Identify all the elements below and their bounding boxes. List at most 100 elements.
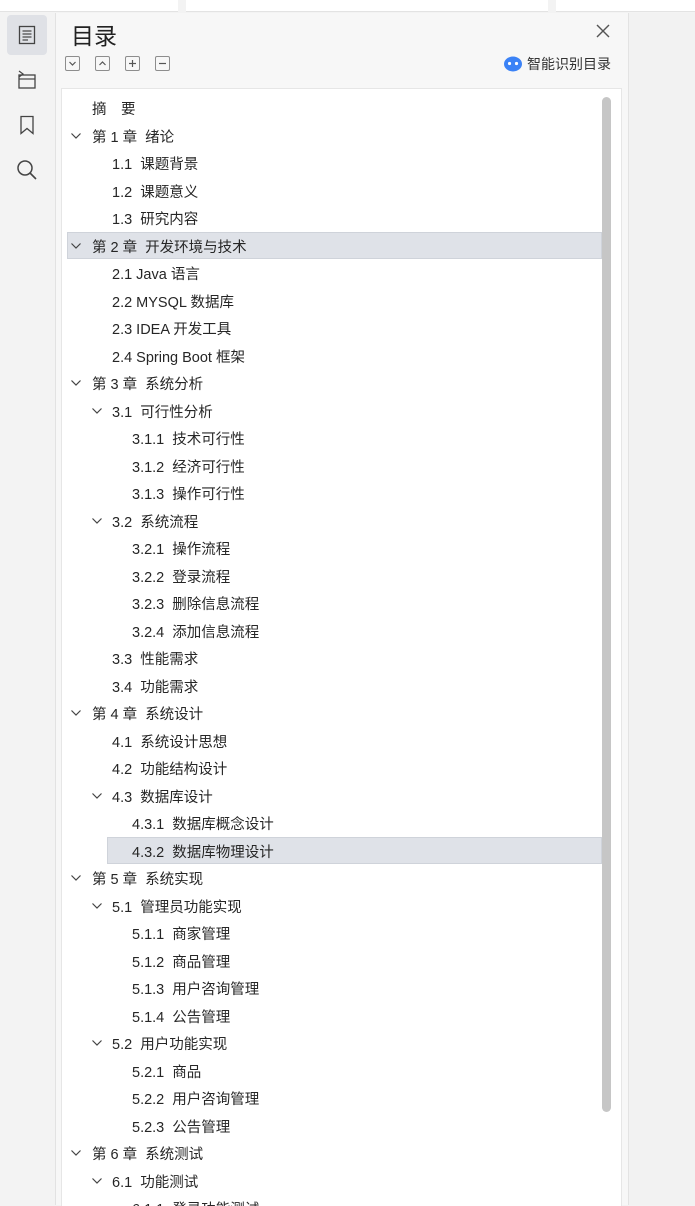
toc-item[interactable]: 第 4 章 系统设计 <box>62 699 597 726</box>
toc-item[interactable]: 第 3 章 系统分析 <box>62 369 597 396</box>
toc-item-label: 5.1.1 商家管理 <box>132 927 231 943</box>
document-outline-icon[interactable] <box>7 60 47 100</box>
toc-item-label: 3.2.2 登录流程 <box>132 569 231 586</box>
chevron-down-icon[interactable] <box>91 900 103 912</box>
toc-item-label: 5.2.3 公告管理 <box>132 1119 231 1136</box>
toc-item[interactable]: 4.1 系统设计思想 <box>62 727 597 754</box>
chevron-down-icon[interactable] <box>70 1147 82 1159</box>
toc-item[interactable]: 3.1.1 技术可行性 <box>62 424 597 451</box>
toc-item[interactable]: 6.1 功能测试 <box>62 1167 597 1194</box>
toc-item[interactable]: 5.2.3 公告管理 <box>62 1112 597 1139</box>
toc-item-label: 3.2.3 删除信息流程 <box>132 597 260 613</box>
toc-item-label: 5.1 管理员功能实现 <box>112 899 242 916</box>
toc-item[interactable]: 3.2.2 登录流程 <box>62 562 597 589</box>
toc-item[interactable]: 第 6 章 系统测试 <box>62 1139 597 1166</box>
expand-all-icon[interactable] <box>65 56 80 71</box>
toc-item-label: 第 6 章 系统测试 <box>92 1147 204 1163</box>
toc-item[interactable]: 摘 要 <box>62 94 597 121</box>
toc-item[interactable]: 4.3.2 数据库物理设计 <box>62 837 597 864</box>
toc-item-label: 2.3 IDEA 开发工具 <box>112 322 232 338</box>
toc-item-label: 5.2.1 商品 <box>132 1064 202 1081</box>
toc-item[interactable]: 2.3 IDEA 开发工具 <box>62 314 597 341</box>
toc-item-label: 6.1 功能测试 <box>112 1174 199 1191</box>
toc-item[interactable]: 2.2 MYSQL 数据库 <box>62 287 597 314</box>
toc-item[interactable]: 第 5 章 系统实现 <box>62 864 597 891</box>
chevron-down-icon[interactable] <box>91 1037 103 1049</box>
toc-icon[interactable] <box>7 15 47 55</box>
toc-item[interactable]: 5.2 用户功能实现 <box>62 1029 597 1056</box>
toc-item-label: 3.2.4 添加信息流程 <box>132 624 260 641</box>
collapse-all-icon[interactable] <box>95 56 110 71</box>
toc-item-label: 3.4 功能需求 <box>112 679 199 696</box>
chevron-down-icon[interactable] <box>91 515 103 527</box>
toc-item[interactable]: 6.1.1 登录功能测试 <box>62 1194 597 1206</box>
toc-item[interactable]: 5.1.1 商家管理 <box>62 919 597 946</box>
chevron-down-icon[interactable] <box>91 405 103 417</box>
toc-item-label: 5.2 用户功能实现 <box>112 1037 228 1053</box>
toc-item-label: 5.2.2 用户咨询管理 <box>132 1092 260 1108</box>
toc-item[interactable]: 3.2.3 删除信息流程 <box>62 589 597 616</box>
toc-item-label: 4.3 数据库设计 <box>112 789 213 806</box>
toc-item-label: 3.2 系统流程 <box>112 514 199 531</box>
toc-item-label: 3.1.2 经济可行性 <box>132 459 245 476</box>
toc-item[interactable]: 第 1 章 绪论 <box>62 122 597 149</box>
smart-toc-button[interactable]: 智能识别目录 <box>503 53 611 75</box>
chevron-down-icon[interactable] <box>70 872 82 884</box>
top-tab-segment <box>0 0 178 12</box>
toc-item[interactable]: 4.3.1 数据库概念设计 <box>62 809 597 836</box>
toc-item[interactable]: 2.1 Java 语言 <box>62 259 597 286</box>
toc-item[interactable]: 5.1 管理员功能实现 <box>62 892 597 919</box>
toc-item-label: 第 4 章 系统设计 <box>92 707 204 723</box>
toc-item[interactable]: 1.2 课题意义 <box>62 177 597 204</box>
toc-item-label: 4.3.1 数据库概念设计 <box>132 817 274 833</box>
toc-item-label: 2.2 MYSQL 数据库 <box>112 294 234 311</box>
toc-item[interactable]: 3.4 功能需求 <box>62 672 597 699</box>
chevron-down-icon[interactable] <box>70 240 82 252</box>
toc-item[interactable]: 2.4 Spring Boot 框架 <box>62 342 597 369</box>
toc-item[interactable]: 5.1.4 公告管理 <box>62 1002 597 1029</box>
toc-item[interactable]: 4.2 功能结构设计 <box>62 754 597 781</box>
toc-item-label: 1.1 课题背景 <box>112 157 199 173</box>
toc-item-label: 3.1.3 操作可行性 <box>132 487 245 503</box>
toc-item[interactable]: 3.1.2 经济可行性 <box>62 452 597 479</box>
chevron-down-icon[interactable] <box>70 377 82 389</box>
toc-item[interactable]: 1.1 课题背景 <box>62 149 597 176</box>
remove-icon[interactable] <box>155 56 170 71</box>
toc-item[interactable]: 3.3 性能需求 <box>62 644 597 671</box>
toc-item[interactable]: 5.1.2 商品管理 <box>62 947 597 974</box>
toc-item-label: 第 1 章 绪论 <box>92 129 175 146</box>
document-area <box>629 13 695 1205</box>
toc-item[interactable]: 3.2 系统流程 <box>62 507 597 534</box>
bookmark-icon[interactable] <box>7 105 47 145</box>
toc-item[interactable]: 3.1.3 操作可行性 <box>62 479 597 506</box>
toc-item[interactable]: 5.2.2 用户咨询管理 <box>62 1084 597 1111</box>
toc-item[interactable]: 3.2.1 操作流程 <box>62 534 597 561</box>
smart-toc-label: 智能识别目录 <box>527 56 611 72</box>
add-icon[interactable] <box>125 56 140 71</box>
toc-item[interactable]: 第 2 章 开发环境与技术 <box>62 232 597 259</box>
toc-item-label: 1.3 研究内容 <box>112 212 199 228</box>
toc-item-label: 第 2 章 开发环境与技术 <box>92 239 247 256</box>
toc-item[interactable]: 5.2.1 商品 <box>62 1057 597 1084</box>
toc-item-label: 3.1.1 技术可行性 <box>132 432 245 448</box>
toc-item[interactable]: 3.1 可行性分析 <box>62 397 597 424</box>
toc-tree: 摘 要第 1 章 绪论 1.1 课题背景 1.2 课题意义 1.3 研究内容第 2 章… <box>61 88 622 1206</box>
chevron-down-icon[interactable] <box>91 1175 103 1187</box>
search-icon[interactable] <box>7 150 47 190</box>
toc-item-label: 3.3 性能需求 <box>112 652 199 668</box>
toc-item-label: 4.3.2 数据库物理设计 <box>132 844 274 861</box>
toc-item-label: 第 5 章 系统实现 <box>92 872 204 888</box>
close-icon[interactable] <box>594 22 612 40</box>
toc-item[interactable]: 5.1.3 用户咨询管理 <box>62 974 597 1001</box>
chevron-down-icon[interactable] <box>70 130 82 142</box>
toc-item-label: 4.2 功能结构设计 <box>112 762 228 778</box>
toc-item[interactable]: 1.3 研究内容 <box>62 204 597 231</box>
ai-bot-icon <box>504 56 522 72</box>
chevron-down-icon[interactable] <box>70 707 82 719</box>
toc-item-label: 3.2.1 操作流程 <box>132 542 231 558</box>
chevron-down-icon[interactable] <box>91 790 103 802</box>
toc-item[interactable]: 3.2.4 添加信息流程 <box>62 617 597 644</box>
toc-item[interactable]: 4.3 数据库设计 <box>62 782 597 809</box>
toc-item-label: 5.1.2 商品管理 <box>132 954 231 971</box>
scrollbar[interactable] <box>602 97 611 1112</box>
